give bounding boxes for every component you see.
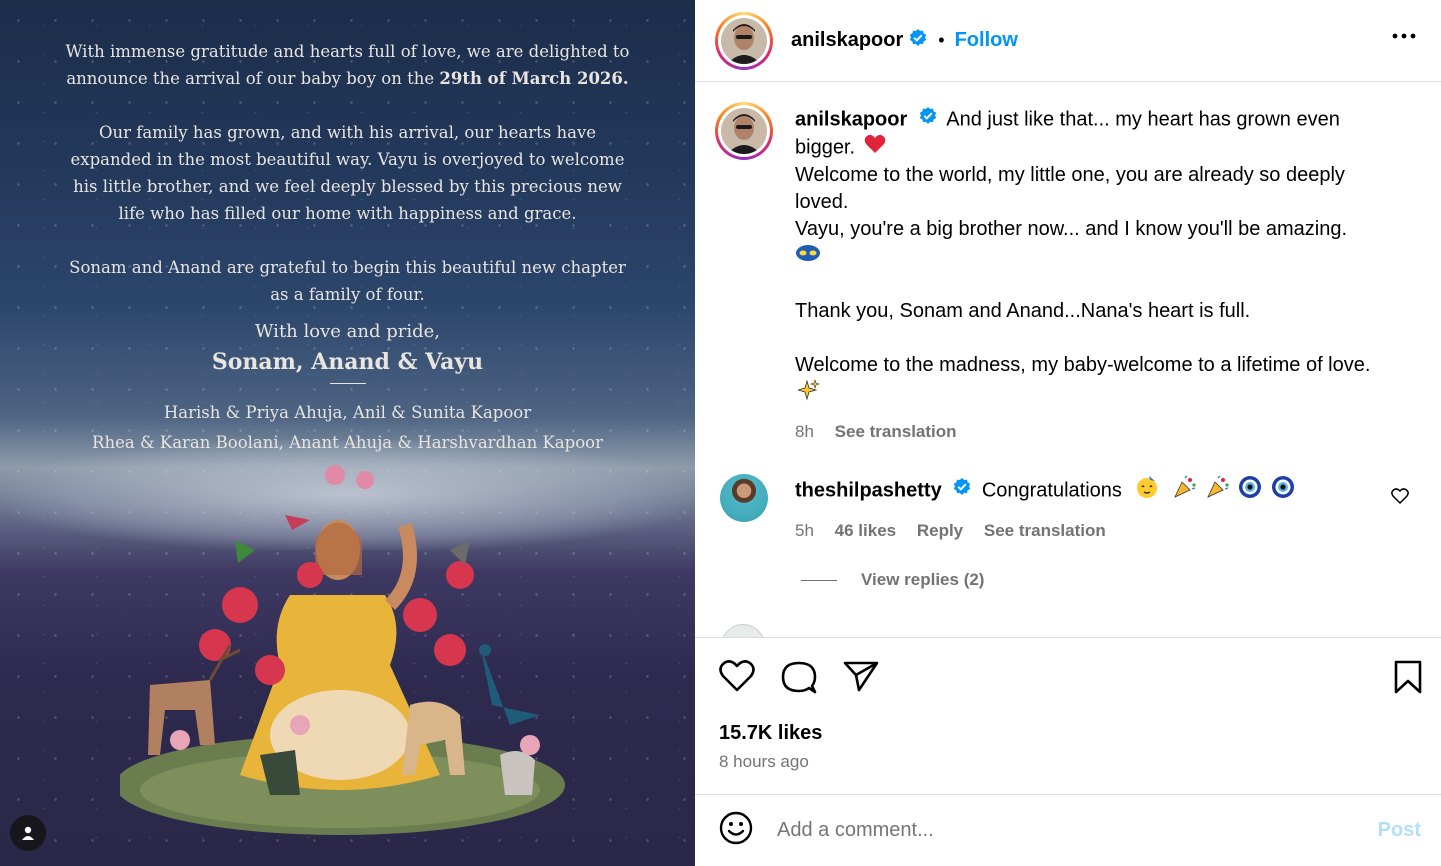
comment-icon[interactable]	[781, 660, 817, 699]
invite-line: Our family has grown, and with his arriv…	[98, 123, 597, 142]
reply-button[interactable]: Reply	[917, 521, 963, 540]
verified-badge-icon	[918, 106, 938, 134]
invite-line: expanded in the most beautiful way. Vayu…	[70, 150, 625, 169]
caption-text: Welcome to the world, my little one, you…	[795, 164, 1345, 213]
divider	[801, 579, 837, 581]
comment-text: Congratulations	[981, 479, 1122, 502]
comment: anupampkher	[721, 624, 926, 637]
likes-count[interactable]: 15.7K likes	[719, 722, 822, 745]
see-translation-button[interactable]: See translation	[835, 422, 957, 441]
party-popper-emoji-icon	[1173, 475, 1197, 507]
comment-username[interactable]: theshilpashetty	[795, 479, 942, 501]
post-header: anilskapoor • Follow	[695, 0, 1441, 82]
avatar[interactable]	[720, 474, 768, 522]
invite-signature: Sonam, Anand & Vayu	[211, 349, 484, 375]
post-detail-panel: anilskapoor • Follow anilskapoor And jus…	[695, 0, 1441, 866]
post-timestamp: 8 hours ago	[719, 752, 809, 771]
caption-age: 8h	[795, 422, 814, 441]
sparkles-emoji-icon	[796, 379, 820, 409]
nazar-amulet-emoji-icon	[1238, 475, 1262, 507]
verified-badge-icon	[952, 477, 972, 505]
invite-line: life who has filled our home with happin…	[118, 204, 577, 223]
invite-date: 29th of March 2026.	[439, 69, 629, 88]
comment-meta: 5h 46 likes Reply See translation	[795, 517, 1425, 544]
user-tag-icon[interactable]	[10, 815, 46, 851]
bookmark-icon[interactable]	[1393, 660, 1423, 699]
avatar-photo	[721, 17, 767, 64]
invite-line: announce the arrival of our baby boy on …	[66, 69, 629, 88]
comment-likes-count[interactable]: 46 likes	[835, 521, 896, 540]
add-comment-bar: Post	[695, 794, 1441, 866]
post-author-username[interactable]: anilskapoor	[791, 29, 903, 52]
comment: theshilpashetty Congratulations 5h 46 li…	[715, 472, 1425, 544]
caption-username[interactable]: anilskapoor	[795, 108, 907, 130]
follow-button[interactable]: Follow	[955, 29, 1018, 52]
invite-line: as a family of four.	[270, 285, 425, 304]
caption-text: Thank you, Sonam and Anand...Nana's hear…	[795, 300, 1251, 322]
add-comment-input[interactable]	[777, 819, 1337, 842]
invite-line: Sonam and Anand are grateful to begin th…	[69, 258, 626, 277]
divider	[329, 383, 366, 384]
invite-line: With immense gratitude and hearts full o…	[65, 42, 630, 61]
separator-dot: •	[938, 30, 945, 50]
avatar[interactable]	[721, 624, 765, 637]
birth-announcement-text: With immense gratitude and hearts full o…	[0, 38, 695, 458]
caption-text: Welcome to the madness, my baby-welcome …	[795, 354, 1371, 376]
mother-and-animals-illustration	[120, 465, 565, 835]
view-replies-label: View replies (2)	[861, 570, 985, 589]
invite-line: his little brother, and we feel deeply b…	[73, 177, 622, 196]
invite-family-line: Harish & Priya Ahuja, Anil & Sunita Kapo…	[163, 403, 532, 422]
heart-icon[interactable]	[719, 660, 755, 699]
post-button[interactable]: Post	[1378, 819, 1421, 842]
post-caption: anilskapoor And just like that... my hea…	[715, 102, 1415, 445]
nazar-amulet-emoji-icon	[1271, 475, 1295, 507]
see-translation-button[interactable]: See translation	[984, 521, 1106, 540]
view-replies-button[interactable]: View replies (2)	[801, 570, 984, 590]
like-comment-heart-icon[interactable]	[1391, 488, 1409, 509]
party-popper-emoji-icon	[1206, 475, 1230, 507]
invite-closing: With love and pride,	[255, 321, 440, 342]
invite-family-line: Rhea & Karan Boolani, Anant Ahuja & Hars…	[92, 433, 603, 452]
post-actions: 15.7K likes 8 hours ago	[695, 637, 1441, 794]
avatar-photo	[721, 108, 767, 154]
more-options-icon[interactable]	[1391, 28, 1417, 49]
superhero-mask-emoji-icon	[795, 243, 1385, 271]
red-heart-emoji-icon	[864, 134, 886, 162]
partying-face-emoji-icon	[1135, 475, 1159, 507]
caption-meta: 8h See translation	[795, 418, 1385, 445]
avatar[interactable]	[715, 11, 773, 70]
verified-badge-icon	[908, 28, 928, 53]
post-image[interactable]: With immense gratitude and hearts full o…	[0, 0, 695, 866]
smile-icon[interactable]	[719, 811, 753, 850]
caption-text: Vayu, you're a big brother now... and I …	[795, 218, 1348, 240]
comment-age: 5h	[795, 521, 814, 540]
share-icon[interactable]	[843, 660, 879, 699]
avatar[interactable]	[715, 102, 773, 160]
comments-section[interactable]: anilskapoor And just like that... my hea…	[695, 82, 1441, 637]
